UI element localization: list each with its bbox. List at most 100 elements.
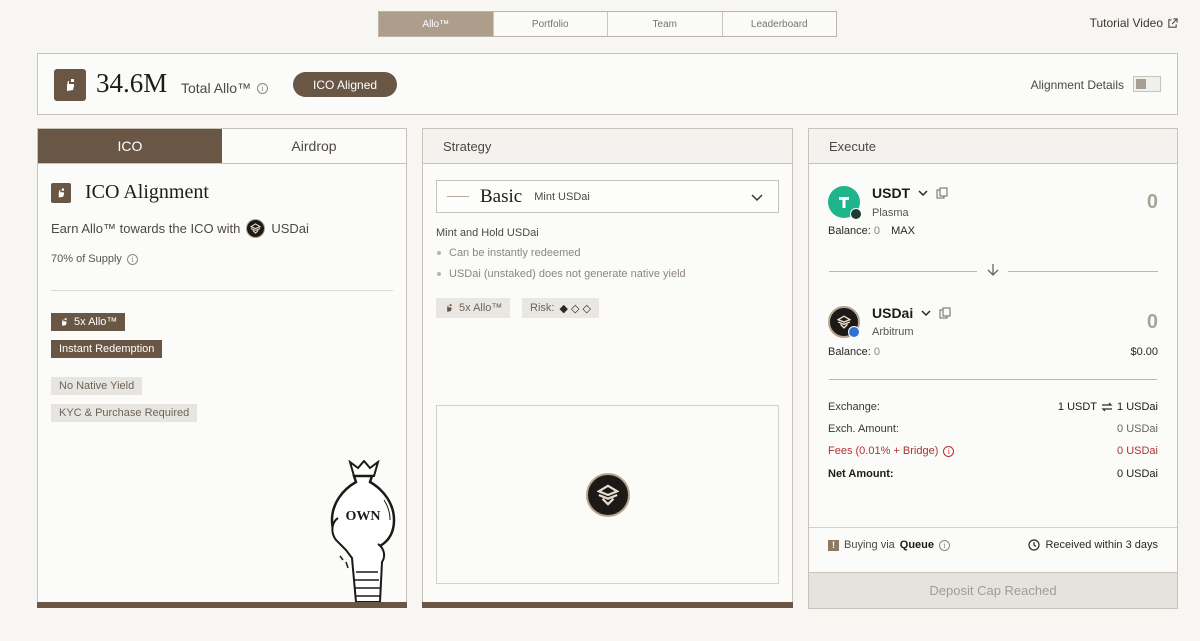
- execute-panel: Execute USDT Plasma 0 Balance: 0 MAX USD…: [808, 128, 1178, 609]
- external-link-icon: [1168, 17, 1178, 28]
- info-icon[interactable]: i: [943, 445, 955, 457]
- balance-value: 0: [873, 225, 880, 237]
- from-token-symbol: USDT: [872, 185, 911, 201]
- risk-symbols: ◆ ◇ ◇: [559, 302, 591, 315]
- from-token-selector[interactable]: USDT: [872, 185, 948, 201]
- panel-bottom-bar: [422, 602, 793, 608]
- to-amount: 0: [1146, 311, 1158, 333]
- exch-amount-label: Exch. Amount:: [828, 423, 899, 435]
- nav-tab-portfolio[interactable]: Portfolio: [494, 12, 608, 36]
- execute-header: Execute: [809, 129, 1177, 164]
- tag-no-native-yield: No Native Yield: [51, 377, 143, 395]
- allo-hand-icon: [62, 318, 67, 326]
- from-amount-input[interactable]: 0: [1147, 191, 1158, 214]
- strategy-header: Strategy: [423, 129, 792, 164]
- tab-airdrop[interactable]: Airdrop: [222, 129, 406, 163]
- chevron-down-icon: [921, 310, 931, 317]
- nav-tab-allo[interactable]: Allo™: [379, 12, 494, 36]
- copy-icon[interactable]: [936, 187, 948, 199]
- exchange-label: Exchange:: [828, 401, 880, 413]
- max-button[interactable]: MAX: [891, 225, 915, 237]
- multiplier-text: 5x Allo™: [459, 302, 503, 314]
- list-item: USDai (unstaked) does not generate nativ…: [437, 268, 686, 280]
- usdai-coin-icon: [585, 472, 630, 517]
- exchange-from: 1 USDT: [1057, 401, 1098, 413]
- strategy-bullets: Can be instantly redeemed USDai (unstake…: [437, 247, 686, 289]
- chevron-down-icon: [751, 194, 763, 202]
- swap-arrows-icon[interactable]: [1101, 402, 1113, 412]
- risk-label: Risk:: [530, 302, 555, 314]
- exchange-to: 1 USDai: [1117, 401, 1158, 413]
- allo-hand-icon: [51, 183, 71, 203]
- strategy-preview: [436, 405, 779, 584]
- earn-description: Earn Allo™ towards the ICO with USDai: [51, 219, 309, 238]
- strategy-panel: Strategy Basic Mint USDai Mint and Hold …: [422, 128, 793, 608]
- balance-value: 0: [873, 346, 880, 358]
- tag-instant-redemption: Instant Redemption: [51, 340, 163, 358]
- tutorial-video-link[interactable]: Tutorial Video: [1090, 16, 1178, 30]
- panel-bottom-bar: [37, 602, 407, 608]
- alignment-details-toggle[interactable]: [1133, 76, 1161, 92]
- allo-hand-icon: [447, 304, 452, 312]
- balance-label: Balance:: [828, 346, 871, 358]
- queue-word: Queue: [899, 539, 934, 551]
- divider: [809, 527, 1177, 528]
- nav-tab-team[interactable]: Team: [608, 12, 723, 36]
- queue-info: ! Buying via Queue i: [828, 539, 950, 551]
- to-token-symbol: USDai: [872, 305, 914, 321]
- received-info: Received within 3 days: [1028, 539, 1158, 551]
- exch-amount-row: Exch. Amount: 0 USDai: [828, 423, 1158, 435]
- strategy-name: Basic: [480, 185, 523, 207]
- divider: [51, 290, 393, 291]
- fees-row: Fees (0.01% + Bridge) i 0 USDai: [828, 445, 1158, 457]
- earn-token: USDai: [271, 221, 309, 236]
- top-nav: Allo™ Portfolio Team Leaderboard: [378, 11, 837, 37]
- tag-text: 5x Allo™: [74, 316, 118, 328]
- ico-aligned-badge[interactable]: ICO Aligned: [293, 72, 398, 97]
- info-icon[interactable]: i: [257, 82, 269, 94]
- fees-value: 0 USDai: [1117, 445, 1158, 457]
- fees-label-wrap: Fees (0.01% + Bridge) i: [828, 445, 955, 457]
- info-icon[interactable]: i: [126, 253, 138, 265]
- total-allo-label: Total Allo™ i: [181, 80, 269, 96]
- info-icon[interactable]: i: [939, 539, 950, 551]
- divider: [829, 271, 977, 272]
- deposit-button[interactable]: Deposit Cap Reached: [808, 572, 1178, 609]
- divider: [829, 379, 1157, 380]
- strategy-dash-icon: [447, 196, 469, 197]
- usdai-icon: [828, 306, 860, 338]
- to-network: Arbitrum: [872, 326, 914, 338]
- exchange-rate: 1 USDT 1 USDai: [1058, 401, 1158, 413]
- earn-text: Earn Allo™ towards the ICO with: [51, 221, 241, 236]
- supply-info: 70% of Supply i: [51, 253, 138, 265]
- tab-ico[interactable]: ICO: [38, 129, 222, 163]
- usdt-icon: [828, 186, 862, 220]
- arrow-down-icon[interactable]: [986, 262, 1000, 278]
- queue-prefix: Buying via: [844, 539, 895, 551]
- from-balance: Balance: 0 MAX: [828, 225, 915, 237]
- to-balance: Balance: 0: [828, 346, 880, 358]
- divider: [1008, 271, 1158, 272]
- strategy-subtitle: Mint and Hold USDai: [436, 227, 539, 239]
- chevron-down-icon: [918, 190, 928, 197]
- received-text: Received within 3 days: [1045, 539, 1158, 551]
- copy-icon[interactable]: [939, 307, 951, 319]
- allo-summary-bar: 34.6M Total Allo™ i ICO Aligned Alignmen…: [37, 53, 1178, 115]
- strategy-sub: Mint USDai: [534, 190, 590, 203]
- tutorial-label: Tutorial Video: [1089, 16, 1163, 30]
- to-token-selector[interactable]: USDai: [872, 305, 951, 321]
- ico-alignment-title: ICO Alignment: [85, 181, 209, 203]
- allo-hand-icon: [54, 69, 86, 101]
- plasma-network-icon: [850, 208, 862, 220]
- strategy-select[interactable]: Basic Mint USDai: [436, 180, 779, 213]
- risk-tag: Risk: ◆ ◇ ◇: [522, 298, 599, 318]
- net-amount-value: 0 USDai: [1117, 468, 1158, 480]
- net-amount-row: Net Amount: 0 USDai: [828, 468, 1158, 480]
- net-amount-label: Net Amount:: [828, 468, 894, 480]
- clock-icon: [1028, 539, 1041, 551]
- total-allo-text: Total Allo™: [181, 80, 252, 96]
- nav-tab-leaderboard[interactable]: Leaderboard: [723, 12, 837, 36]
- multiplier-tag: 5x Allo™: [436, 298, 511, 318]
- tag-kyc-required: KYC & Purchase Required: [51, 404, 198, 422]
- money-bag-illustration: OWN: [330, 460, 396, 602]
